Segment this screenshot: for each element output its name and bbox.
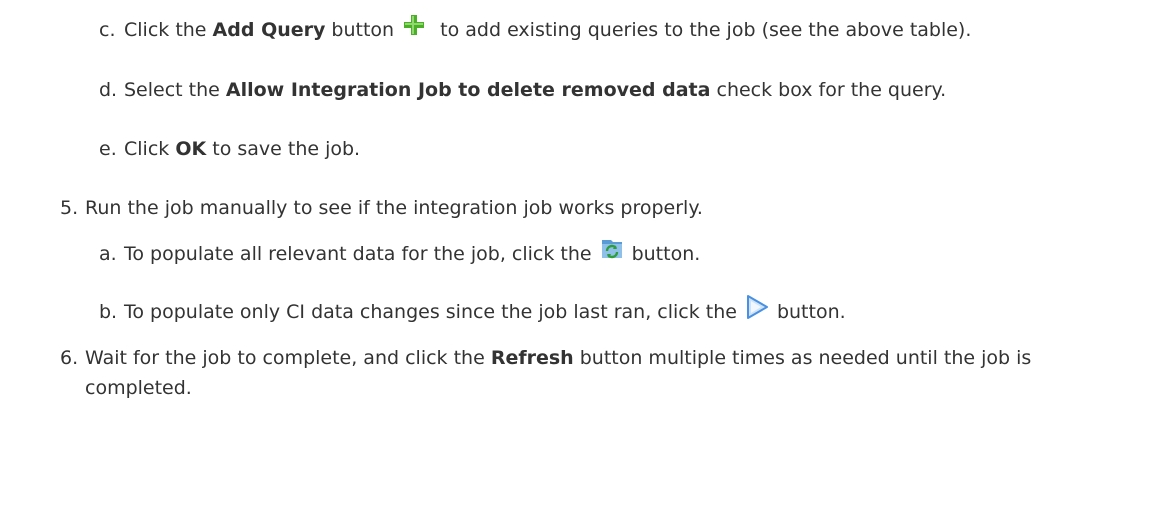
- add-plus-icon[interactable]: [401, 12, 427, 38]
- step-d-post: check box for the query.: [710, 79, 947, 101]
- step-d-pre: Select the: [124, 79, 226, 101]
- step-5-text: Run the job manually to see if the integ…: [85, 197, 703, 219]
- step-d-marker: d.: [99, 79, 118, 101]
- step-6-post: button multiple times as needed until th…: [573, 347, 1032, 369]
- step-a: a. To populate all relevant data for the…: [99, 240, 701, 267]
- step-e: e. Click OK to save the job.: [99, 136, 360, 162]
- step-6-pre: Wait for the job to complete, and click …: [85, 347, 491, 369]
- step-a-pre: To populate all relevant data for the jo…: [124, 243, 592, 265]
- step-c: c. Click the Add Query button to add exi…: [99, 15, 972, 43]
- step-b: b. To populate only CI data changes sinc…: [99, 295, 846, 325]
- step-5-marker: 5.: [60, 197, 79, 219]
- ok-label: OK: [175, 138, 207, 160]
- step-e-pre: Click: [124, 138, 176, 160]
- step-a-post: button.: [631, 243, 701, 265]
- step-6-cont: completed.: [85, 377, 192, 399]
- step-b-pre: To populate only CI data changes since t…: [124, 301, 737, 323]
- step-b-marker: b.: [99, 301, 118, 323]
- step-a-marker: a.: [99, 243, 117, 265]
- step-c-pre: Click the: [124, 19, 213, 41]
- step-c-marker: c.: [99, 19, 116, 41]
- step-5: 5. Run the job manually to see if the in…: [60, 195, 703, 221]
- refresh-label: Refresh: [490, 347, 574, 369]
- add-query-label: Add Query: [212, 19, 326, 41]
- step-e-marker: e.: [99, 138, 117, 160]
- full-sync-icon[interactable]: [599, 236, 625, 262]
- step-c-mid: button: [325, 19, 395, 41]
- step-d: d. Select the Allow Integration Job to d…: [99, 77, 946, 103]
- allow-delete-checkbox-label: Allow Integration Job to delete removed …: [225, 79, 711, 101]
- step-6-continuation: completed.: [85, 375, 192, 401]
- step-c-post: to add existing queries to the job (see …: [434, 19, 972, 41]
- step-e-post: to save the job.: [206, 138, 361, 160]
- step-b-post: button.: [776, 301, 846, 323]
- step-6-marker: 6.: [60, 347, 79, 369]
- delta-sync-play-icon[interactable]: [744, 294, 770, 320]
- step-6: 6. Wait for the job to complete, and cli…: [60, 345, 1031, 371]
